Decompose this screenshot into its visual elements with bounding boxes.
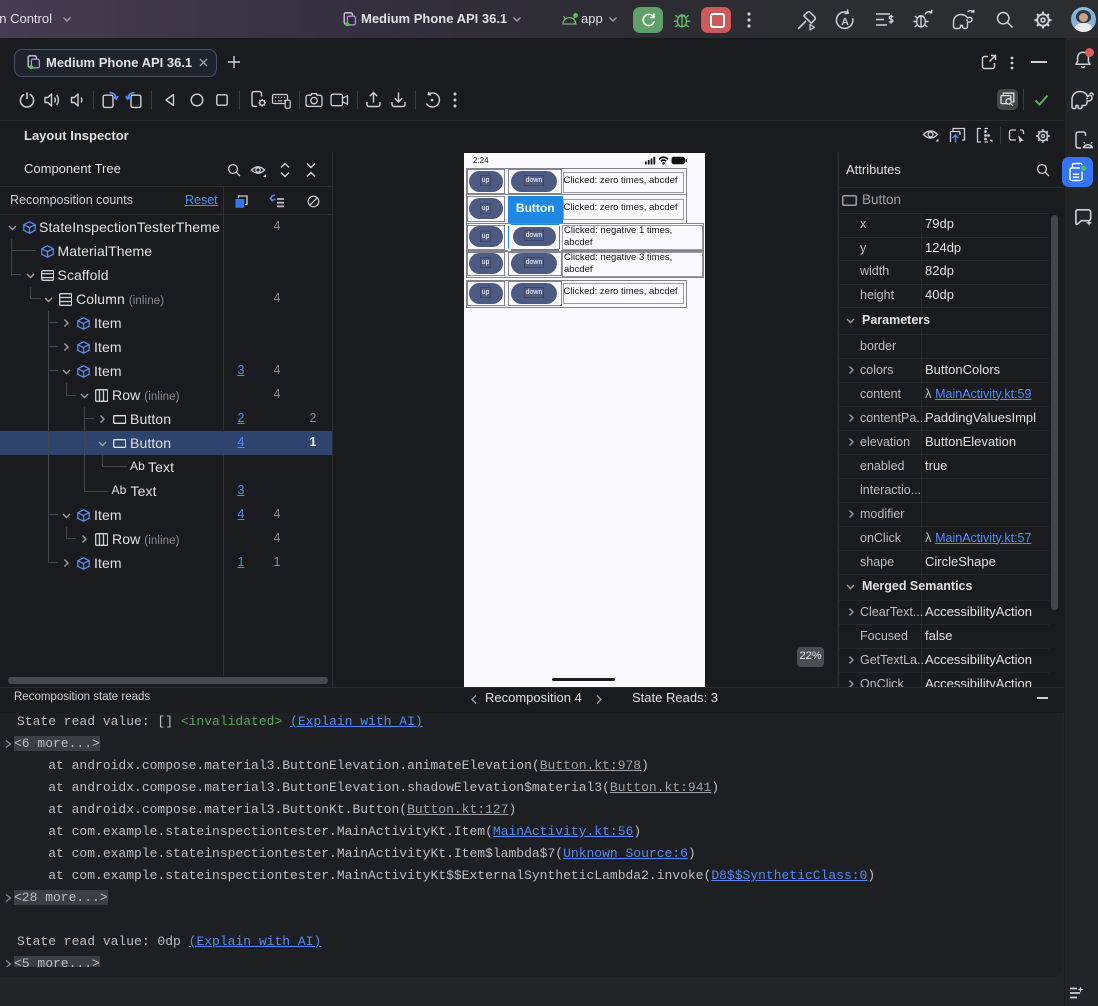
svg-text:A: A — [841, 16, 849, 28]
